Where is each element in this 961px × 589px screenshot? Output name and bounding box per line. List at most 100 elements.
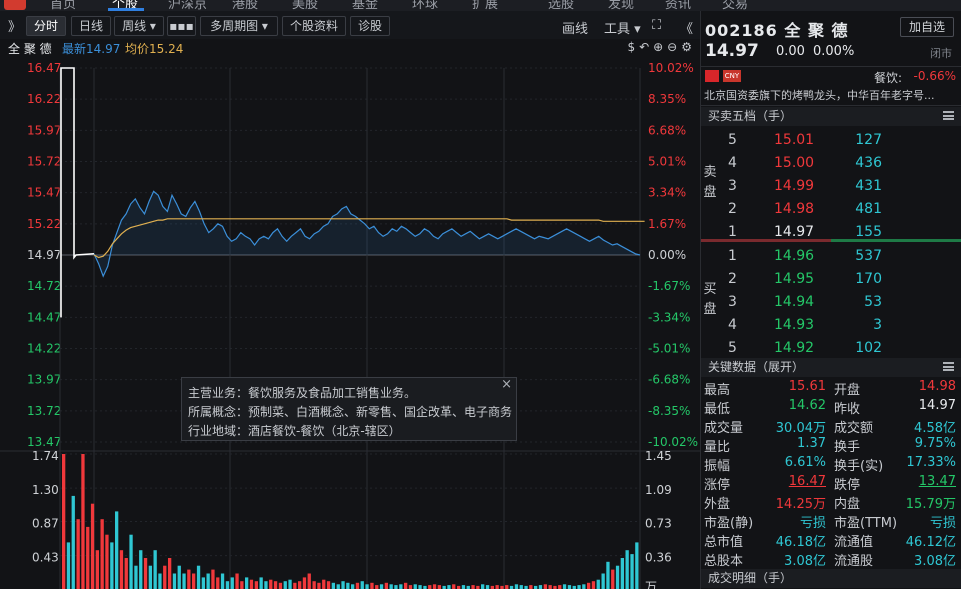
company-description[interactable]: 北京国资委旗下的烤鸭龙头，中华百年老字号... [701, 86, 961, 106]
bid-row-2[interactable]: 2 14.95 170 [701, 268, 961, 291]
ask-level: 3 [728, 178, 737, 194]
nav-tab-news[interactable]: 资讯 [665, 0, 691, 11]
bid-price: 14.93 [774, 317, 815, 333]
volume-bar [302, 577, 307, 589]
volume-tick-label-right: 1.45 [645, 449, 672, 463]
volume-bar [177, 565, 181, 589]
stock-profile-button[interactable]: 个股资料 [282, 16, 346, 36]
draw-line-button[interactable]: 画线 [562, 18, 588, 37]
menu-icon[interactable] [943, 111, 954, 120]
nav-tab-home[interactable]: 首页 [50, 0, 76, 11]
volume-bar [259, 577, 263, 589]
key-value: 46.12亿 [905, 535, 956, 550]
volume-bar [225, 581, 230, 589]
volume-bar [124, 558, 128, 589]
y-tick-label: 13.47 [27, 435, 61, 449]
volume-tick-label: 1.30 [32, 483, 59, 497]
volume-bar [529, 585, 533, 589]
ask-row-4[interactable]: 4 15.00 436 [701, 152, 961, 175]
volume-bar [360, 581, 364, 589]
nav-tab-screener[interactable]: 选股 [548, 0, 574, 11]
nav-tab-trade[interactable]: 交易 [722, 0, 748, 11]
bid-volume: 3 [873, 317, 882, 333]
y-tick-label: 15.97 [27, 123, 61, 137]
bid-row-3[interactable]: 3 14.94 53 [701, 291, 961, 314]
key-value: 15.79万 [905, 497, 956, 512]
collapse-panel-icon[interactable]: 《 [680, 18, 693, 37]
chart-toolbar: 》 分时 日线 周线 ▾ ▪▪▪ 多周期图 ▾ 个股资料 诊股 画线 工具 ▾ … [0, 11, 700, 39]
volume-bar [273, 581, 278, 589]
key-label: 量比 [704, 440, 731, 455]
key-label: 振幅 [704, 459, 731, 474]
expand-sidebar-icon[interactable]: 》 [8, 16, 21, 35]
volume-bar [163, 565, 167, 589]
tab-weekly-dropdown[interactable]: 周线 ▾ [114, 16, 164, 36]
bid-row-5[interactable]: 5 14.92 102 [701, 337, 961, 360]
volume-bar [278, 582, 283, 589]
volume-bar [418, 585, 422, 589]
volume-bar [394, 585, 398, 589]
intraday-chart[interactable]: 16.47 10.02% 16.22 8.35% 15.97 6.68% 15.72 5.01… [0, 59, 700, 589]
nav-tab-hk[interactable]: 港股 [232, 0, 258, 11]
volume-bar [351, 584, 355, 589]
bid-row-4[interactable]: 4 14.93 3 [701, 314, 961, 337]
nav-tab-global[interactable]: 环球 [412, 0, 438, 11]
volume-tick-label: 0.43 [32, 551, 59, 565]
multi-period-dropdown[interactable]: 多周期图 ▾ [200, 16, 278, 36]
bid-volume: 537 [855, 248, 882, 264]
volume-bar [148, 565, 152, 589]
volume-bar [134, 565, 138, 589]
sector-name[interactable]: 餐饮: [874, 69, 902, 86]
nav-tab-fund[interactable]: 基金 [352, 0, 378, 11]
stock-code-name: 002186 全 聚 德 [705, 21, 849, 40]
bid-row-1[interactable]: 1 14.96 537 [701, 245, 961, 268]
ask-price: 15.01 [774, 132, 815, 148]
menu-icon[interactable] [943, 362, 954, 371]
volume-bar [206, 573, 210, 589]
more-periods-button[interactable]: ▪▪▪ [167, 16, 196, 36]
tools-dropdown[interactable]: 工具 ▾ [604, 18, 641, 37]
volume-tick-label-right: 0.73 [645, 517, 672, 531]
ask-row-5[interactable]: 5 15.01 127 [701, 129, 961, 152]
nav-tab-hs[interactable]: 沪深京 [168, 0, 207, 11]
tooltip-concepts: 所属概念：预制菜、白酒概念、新零售、国企改革、电子商务 [188, 405, 513, 419]
ask-price: 14.99 [774, 178, 815, 194]
fullscreen-icon[interactable]: ⛶ [652, 18, 661, 33]
key-label: 流通值 [834, 535, 874, 550]
key-value: 14.25万 [775, 497, 826, 512]
volume-bar [596, 579, 600, 589]
add-watchlist-button[interactable]: 加自选 [900, 17, 954, 37]
volume-bar [635, 542, 639, 589]
volume-bar [399, 584, 403, 589]
key-label: 最低 [704, 402, 731, 417]
nav-tab-extend[interactable]: 扩展 [472, 0, 498, 11]
diagnose-button[interactable]: 诊股 [350, 16, 390, 36]
ask-row-3[interactable]: 3 14.99 431 [701, 175, 961, 198]
tab-daily[interactable]: 日线 [71, 16, 111, 36]
ask-level: 1 [728, 224, 737, 240]
ask-row-1[interactable]: 1 14.97 155 [701, 221, 961, 244]
close-icon[interactable]: × [501, 377, 512, 392]
volume-bar [95, 550, 99, 589]
tab-intraday[interactable]: 分时 [26, 16, 66, 36]
key-value: 亏损 [799, 516, 826, 531]
volume-tick-label: 1.74 [32, 449, 59, 463]
nav-tab-discover[interactable]: 发现 [608, 0, 634, 11]
bid-volume: 53 [864, 294, 882, 310]
bid-level: 4 [728, 317, 737, 333]
volume-bar [548, 585, 552, 589]
chart-controls-icon[interactable]: $↶⊕⊖⚙ [627, 40, 696, 54]
ask-row-2[interactable]: 2 14.98 481 [701, 198, 961, 221]
volume-bar [81, 454, 85, 589]
volume-bar [153, 550, 157, 589]
keydata-title[interactable]: 关键数据（展开） [708, 360, 804, 374]
y-tick-label: 16.22 [27, 92, 61, 106]
key-data-row: 成交量 30.04万 成交额 4.58亿 [701, 416, 961, 436]
y-tick-label: 14.47 [27, 310, 61, 324]
key-data-row: 最低 14.62 昨收 14.97 [701, 397, 961, 417]
trades-title[interactable]: 成交明细（手） [708, 571, 792, 585]
key-label: 跌停 [834, 478, 861, 493]
key-value: 15.61 [788, 379, 826, 394]
volume-bar [370, 582, 374, 589]
nav-tab-us[interactable]: 美股 [292, 0, 318, 11]
